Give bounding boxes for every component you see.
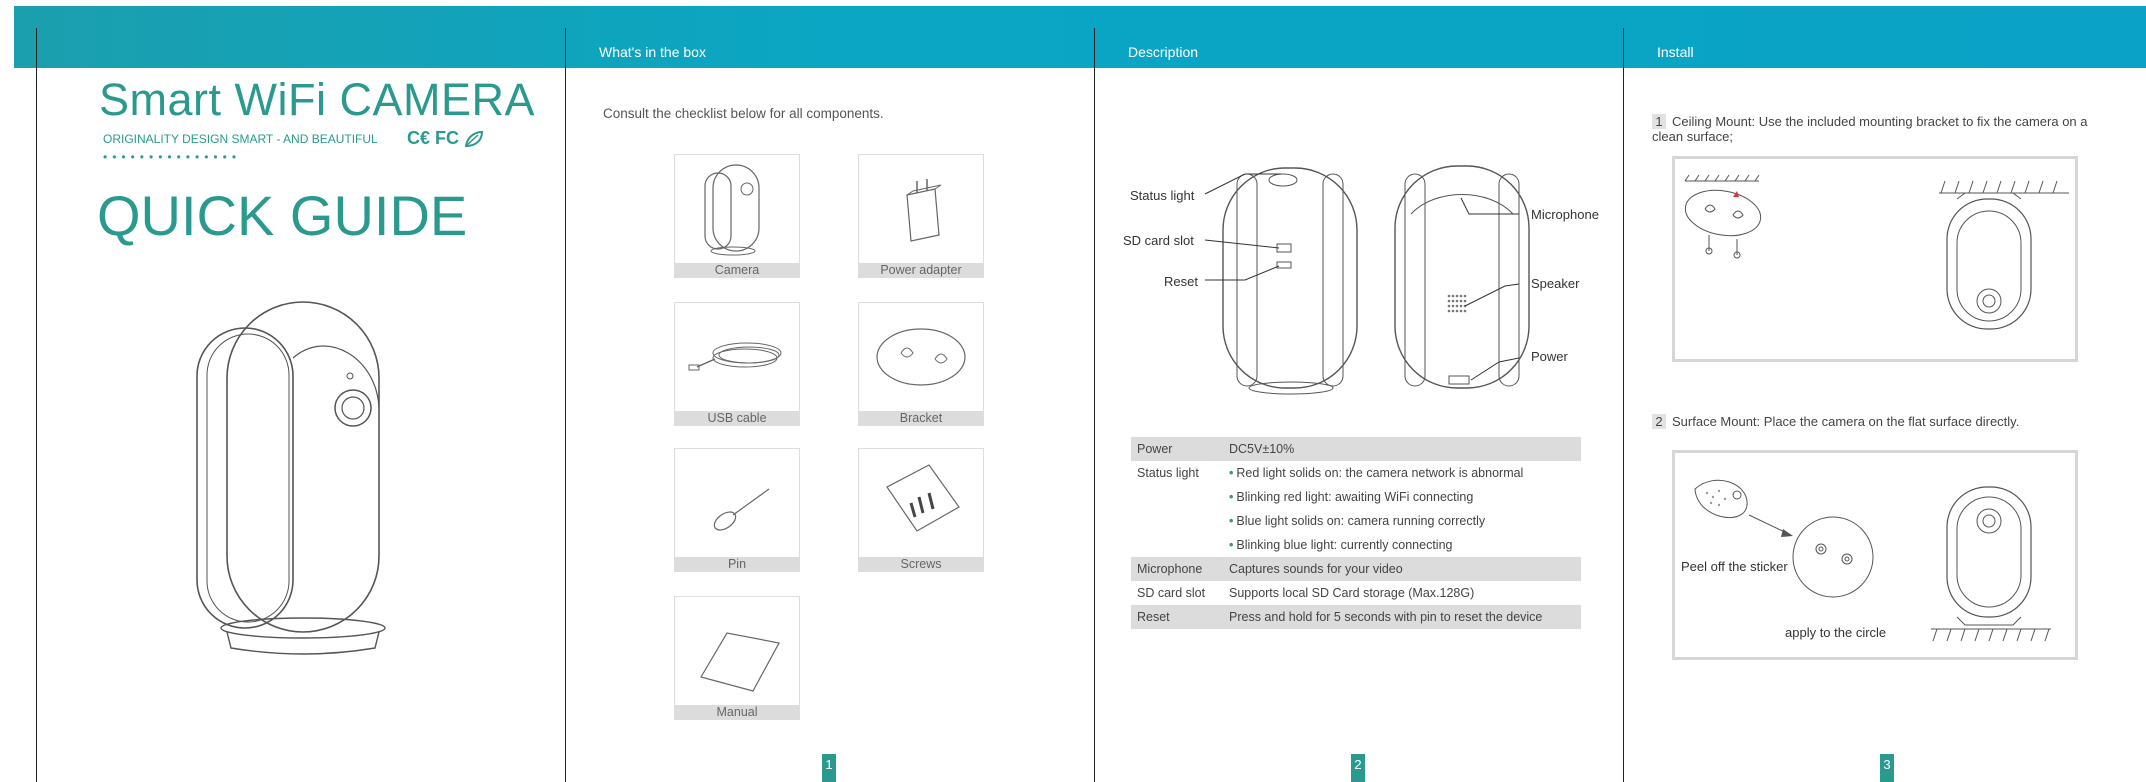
dot-divider: ••••••••••••••• bbox=[103, 150, 242, 164]
box-panel: What's in the box Consult the checklist … bbox=[565, 28, 1095, 782]
spec-row-power: Power DC5V±10% bbox=[1131, 437, 1581, 461]
spec-label: Microphone bbox=[1131, 557, 1223, 581]
item-power-adapter: Power adapter bbox=[858, 154, 984, 278]
callout-reset: Reset bbox=[1164, 274, 1198, 289]
install-header-text: Install bbox=[1657, 44, 1694, 60]
camera-back-diagram bbox=[1204, 165, 1530, 395]
callout-power: Power bbox=[1531, 349, 1568, 364]
screws-icon bbox=[886, 464, 960, 532]
surface-mount-figure: Peel off the sticker apply to the circle bbox=[1672, 450, 2078, 660]
item-label: Manual bbox=[675, 705, 799, 719]
item-label: Pin bbox=[675, 557, 799, 571]
item-pin: Pin bbox=[674, 448, 800, 572]
peel-sticker-label: Peel off the sticker bbox=[1681, 559, 1788, 574]
spec-label: Status light bbox=[1137, 466, 1199, 480]
page-number: 2 bbox=[1351, 754, 1365, 782]
ceiling-mount-figure bbox=[1672, 156, 2078, 362]
description-header-text: Description bbox=[1128, 44, 1199, 60]
step-1: 1 Ceiling Mount: Use the included mountin… bbox=[1652, 114, 2102, 144]
item-label: Screws bbox=[859, 557, 983, 571]
callout-speaker: Speaker bbox=[1531, 276, 1580, 291]
page-number: 1 bbox=[822, 754, 836, 782]
bracket-icon bbox=[876, 328, 966, 386]
box-intro: Consult the checklist below for all comp… bbox=[603, 106, 884, 121]
spec-label: Reset bbox=[1131, 605, 1223, 629]
spec-label: SD card slot bbox=[1137, 586, 1206, 600]
item-label: Camera bbox=[675, 263, 799, 277]
callout-status-light: Status light bbox=[1130, 188, 1195, 203]
quick-guide-heading: QUICK GUIDE bbox=[97, 184, 468, 247]
cover-panel: Smart WiFi CAMERA ORIGINALITY DESIGN SMA… bbox=[36, 28, 566, 782]
item-label: Power adapter bbox=[859, 263, 983, 277]
status-item: • Red light solids on: the camera network… bbox=[1229, 466, 1524, 480]
cert-text: C€ FC bbox=[407, 128, 460, 148]
description-panel: Description Status light SD card slot Re… bbox=[1094, 28, 1624, 782]
camera-thumb-icon bbox=[704, 164, 760, 256]
product-title: Smart WiFi CAMERA bbox=[99, 74, 535, 125]
status-item: • Blue light solids on: camera running co… bbox=[1229, 514, 1486, 528]
camera-illustration bbox=[196, 301, 386, 655]
spec-value: Press and hold for 5 seconds with pin to… bbox=[1223, 605, 1581, 629]
spec-label: Power bbox=[1131, 437, 1223, 461]
step-2: 2 Surface Mount: Place the camera on the … bbox=[1652, 414, 2102, 429]
cert-marks: C€ FC bbox=[407, 128, 484, 149]
install-panel: Install 1 Ceiling Mount: Use the included… bbox=[1623, 28, 2146, 782]
box-header-text: What's in the box bbox=[599, 44, 706, 60]
callout-sd-card-slot: SD card slot bbox=[1123, 233, 1194, 248]
tagline: ORIGINALITY DESIGN SMART - AND BEAUTIFUL bbox=[103, 132, 378, 146]
manual-icon bbox=[700, 632, 780, 692]
spec-row-status: Status light • Red light solids on: the c… bbox=[1131, 461, 1581, 557]
step-number: 1 bbox=[1652, 114, 1666, 129]
step-text: Ceiling Mount: Use the included mounting… bbox=[1652, 114, 2088, 144]
ceiling-mount-illustration bbox=[1684, 174, 2069, 330]
step-text: Surface Mount: Place the camera on the f… bbox=[1672, 414, 2020, 429]
leaf-icon bbox=[464, 131, 484, 148]
cable-icon bbox=[688, 342, 782, 371]
adapter-icon bbox=[906, 179, 942, 242]
item-camera: Camera bbox=[674, 154, 800, 278]
box-header: What's in the box bbox=[566, 28, 1095, 68]
spec-table: Power DC5V±10% Status light • Red light s… bbox=[1131, 437, 1581, 629]
status-item: • Blinking red light: awaiting WiFi conne… bbox=[1229, 490, 1474, 504]
callout-microphone: Microphone bbox=[1531, 207, 1599, 222]
spec-value: • Red light solids on: the camera network… bbox=[1223, 461, 1581, 557]
item-screws: Screws bbox=[858, 448, 984, 572]
item-label: Bracket bbox=[859, 411, 983, 425]
install-header: Install bbox=[1624, 28, 2146, 68]
item-manual: Manual bbox=[674, 596, 800, 720]
item-label: USB cable bbox=[675, 411, 799, 425]
spec-row-reset: Reset Press and hold for 5 seconds with … bbox=[1131, 605, 1581, 629]
spec-value: DC5V±10% bbox=[1223, 437, 1581, 461]
apply-circle-label: apply to the circle bbox=[1785, 625, 1887, 640]
spec-row-sd: SD card slot Supports local SD Card stor… bbox=[1131, 581, 1581, 605]
pin-icon bbox=[713, 488, 770, 531]
step-number: 2 bbox=[1652, 414, 1666, 429]
spec-value: Supports local SD Card storage (Max.128G… bbox=[1229, 586, 1475, 600]
item-bracket: Bracket bbox=[858, 302, 984, 426]
spec-value: Captures sounds for your video bbox=[1223, 557, 1581, 581]
page-number: 3 bbox=[1880, 754, 1894, 782]
item-usb-cable: USB cable bbox=[674, 302, 800, 426]
status-item: • Blinking blue light: currently connecti… bbox=[1229, 538, 1453, 552]
spec-row-microphone: Microphone Captures sounds for your vide… bbox=[1131, 557, 1581, 581]
description-header: Description bbox=[1095, 28, 1624, 68]
